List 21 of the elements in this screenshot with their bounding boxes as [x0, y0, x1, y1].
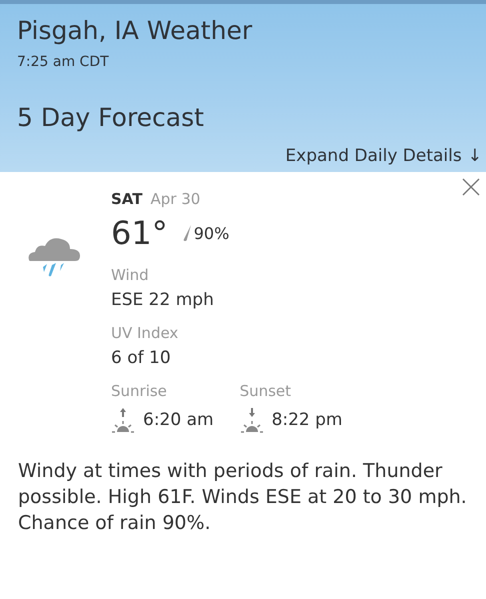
- weekday-label: SAT: [111, 190, 142, 208]
- close-icon[interactable]: [462, 178, 480, 196]
- precip-chance: 90%: [194, 224, 230, 242]
- detail-label: Wind: [111, 266, 149, 284]
- detail-value: 6 of 10: [111, 348, 171, 368]
- section-title: 5 Day Forecast: [17, 103, 204, 132]
- sun-time: 6:20 am: [143, 410, 214, 430]
- sunset-icon: [240, 406, 264, 434]
- forecast-description: Windy at times with periods of rain. Thunder possible. High 61F. Winds ESE at 20 to 30 mph. Chance of rain 90%.: [18, 459, 468, 536]
- page-title: Pisgah, IA Weather: [17, 16, 252, 45]
- detail-label: UV Index: [111, 324, 178, 342]
- expand-link[interactable]: Expand Daily Details ↓: [285, 146, 482, 166]
- detail-value: ESE 22 mph: [111, 290, 214, 310]
- sun-label: Sunrise: [111, 382, 167, 400]
- sun-label: Sunset: [240, 382, 292, 400]
- date-label: Apr 30: [150, 190, 200, 208]
- raindrop-icon: [182, 224, 192, 242]
- sunrise-icon: [111, 406, 135, 434]
- update-time: 7:25 am CDT: [17, 54, 109, 70]
- sun-time: 8:22 pm: [272, 410, 342, 430]
- temperature: 61°: [111, 214, 168, 252]
